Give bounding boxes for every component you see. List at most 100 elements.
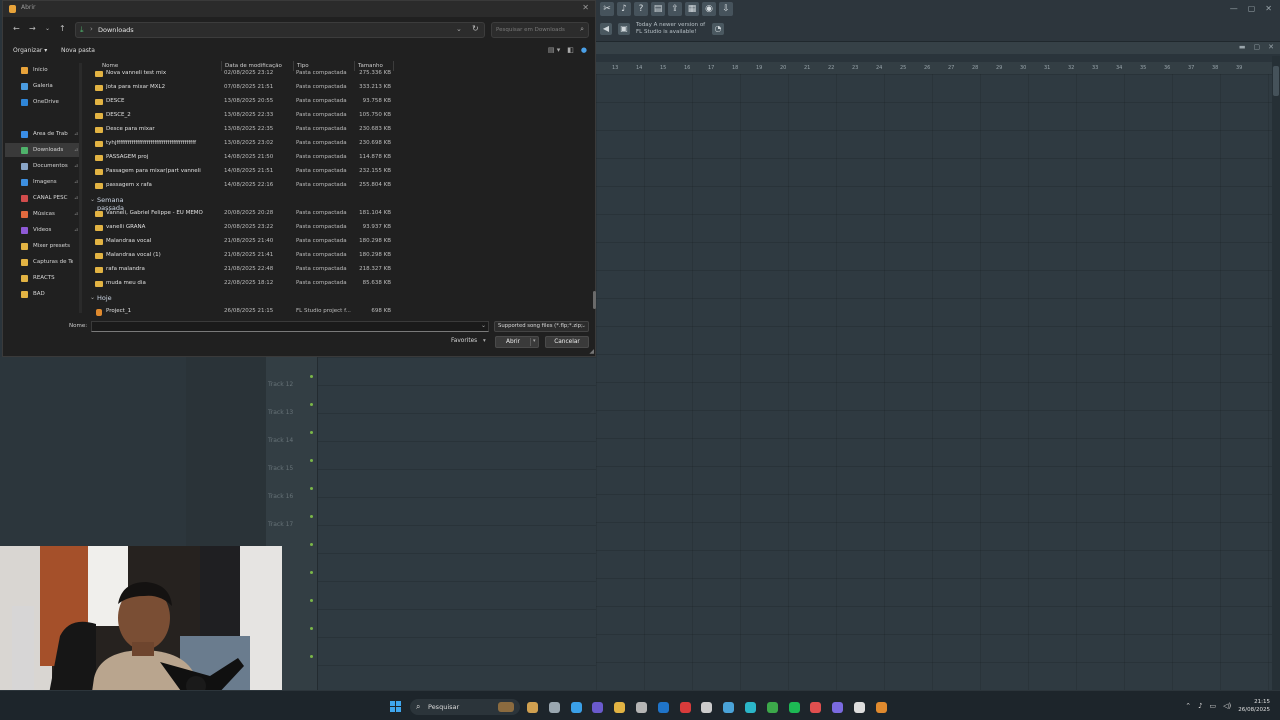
taskbar-app-icon[interactable] [679, 702, 691, 713]
new-folder-button[interactable]: Nova pasta [61, 47, 95, 54]
file-row[interactable]: PASSAGEM proj 14/08/2025 21:50 Pasta compa… [87, 151, 587, 165]
playlist-ruler[interactable]: 13 14 15 16 17 18 19 20 21 22 23 24 25 26 27 28 29 30 31 32… [596, 62, 1280, 74]
file-row[interactable]: DESCE_2 13/08/2025 22:33 Pasta compactada 1… [87, 109, 587, 123]
nav-item[interactable]: OneDrive [5, 95, 79, 109]
up-icon[interactable]: ↑ [59, 24, 66, 33]
mic-icon[interactable]: ♪ [617, 2, 631, 16]
chevron-down-icon[interactable]: ⌄ [90, 294, 95, 301]
track-label[interactable]: Track 14 [268, 437, 293, 444]
news-icon[interactable]: ◀ [600, 23, 612, 35]
refresh-icon[interactable]: ↻ [472, 24, 479, 33]
clock[interactable]: 21:15 26/08/2025 [1238, 698, 1270, 714]
file-row[interactable]: Nova vanneli test mix 02/08/2025 23:12 Pas… [87, 67, 587, 81]
open-options-icon[interactable]: ▾ [533, 338, 536, 344]
playlist-scrollbar[interactable] [1272, 56, 1280, 690]
taskbar-app-icon[interactable] [788, 702, 800, 713]
nav-item[interactable]: Músicas ⊿ [5, 207, 79, 221]
playlist-grid[interactable] [596, 74, 1272, 690]
taskbar-app-icon[interactable] [636, 702, 647, 713]
taskbar-app-icon[interactable] [766, 702, 778, 713]
file-list-scrollbar[interactable] [593, 291, 596, 309]
nav-item[interactable]: Área de Trab ⊿ [5, 127, 79, 141]
playlist-grid-lower[interactable] [318, 357, 596, 690]
track-label[interactable]: Track 15 [268, 465, 293, 472]
organize-button[interactable]: Organizar ▾ [13, 47, 47, 54]
filename-input[interactable] [91, 321, 489, 332]
taskbar-app-icon[interactable] [810, 702, 822, 713]
minimize-icon[interactable]: — [1230, 4, 1238, 13]
taskbar-app-icon[interactable] [745, 702, 756, 713]
file-row[interactable]: muda meu dia 22/08/2025 18:12 Pasta compac… [87, 277, 587, 291]
file-row[interactable]: DESCE 13/08/2025 20:55 Pasta compactada 93.… [87, 95, 587, 109]
render-icon[interactable]: ▦ [685, 2, 699, 16]
taskbar-app-icon[interactable] [527, 702, 538, 713]
download-icon[interactable]: ⇩ [719, 2, 733, 16]
taskbar-app-icon[interactable] [548, 702, 560, 713]
close-icon[interactable]: ✕ [1265, 4, 1272, 13]
update-icon[interactable]: ◔ [712, 23, 724, 35]
taskbar-app-icon[interactable] [657, 702, 669, 713]
chevron-down-icon[interactable]: ⌄ [456, 25, 462, 33]
favorites-button[interactable]: Favorites [451, 338, 477, 344]
file-row[interactable]: tyhjffffffffffffffffffffffffffffffffffff… [87, 137, 587, 151]
nav-item[interactable]: Imagens ⊿ [5, 175, 79, 189]
help-icon[interactable]: ● [581, 46, 587, 54]
file-type-select[interactable]: Supported song files (*.flp;*.zip; ⌄ [494, 321, 589, 332]
scroll-thumb[interactable] [1273, 66, 1279, 96]
preview-pane-icon[interactable]: ◧ [567, 46, 574, 54]
nav-item[interactable]: Mixer presets [5, 239, 79, 253]
nav-item[interactable]: BAD [5, 287, 79, 301]
forward-icon[interactable]: → [29, 24, 36, 33]
search-icon[interactable]: ⌕ [580, 25, 584, 34]
track-label[interactable]: Track 16 [268, 493, 293, 500]
file-row[interactable]: rafa malandra 21/08/2025 22:48 Pasta compa… [87, 263, 587, 277]
track-label[interactable]: Track 13 [268, 409, 293, 416]
taskbar-app-icon[interactable] [570, 702, 582, 713]
chevron-down-icon[interactable]: ▾ [483, 338, 486, 344]
chevron-down-icon[interactable]: ⌄ [90, 196, 95, 203]
taskbar-app-icon[interactable] [614, 702, 626, 713]
file-row[interactable]: Passagem para mixar(part vanneli 14/08/20… [87, 165, 587, 179]
track-label[interactable]: Track 12 [268, 381, 293, 388]
taskbar-app-icon[interactable] [832, 702, 844, 713]
store-icon[interactable]: ▣ [618, 23, 630, 35]
chevron-down-icon[interactable]: ⌄ [45, 25, 50, 32]
nav-scrollbar[interactable] [79, 63, 82, 313]
file-row[interactable]: passagem x rafa 14/08/2025 22:16 Pasta com… [87, 179, 587, 193]
taskbar-app-icon[interactable] [875, 702, 887, 713]
mic-icon[interactable]: ♪ [1198, 702, 1202, 710]
taskbar-app-icon[interactable] [723, 702, 735, 713]
nav-item[interactable]: Vídeos ⊿ [5, 223, 79, 237]
taskbar-search[interactable]: ⌕ Pesquisar [410, 699, 520, 715]
nav-item[interactable]: CANAL PESC ⊿ [5, 191, 79, 205]
back-icon[interactable]: ← [13, 24, 20, 33]
file-row[interactable]: Malandraa vocal (1) 21/08/2025 21:41 Pasta… [87, 249, 587, 263]
file-row[interactable]: Desce para mixar 13/08/2025 22:35 Pasta co… [87, 123, 587, 137]
nav-item[interactable]: Galeria [5, 79, 79, 93]
close-icon[interactable]: ✕ [1268, 43, 1274, 51]
nav-item[interactable]: Documentos ⊿ [5, 159, 79, 173]
chat-icon[interactable]: ◉ [702, 2, 716, 16]
taskbar-app-icon[interactable] [701, 702, 713, 713]
resize-grip-icon[interactable]: ◢ [589, 348, 594, 355]
minimize-icon[interactable]: ▬ [1239, 43, 1246, 51]
address-bar[interactable]: ⤓ › Downloads ⌄ ↻ [75, 22, 485, 38]
breadcrumb[interactable]: Downloads [98, 26, 134, 34]
nav-item[interactable]: Capturas de Tel [5, 255, 79, 269]
taskbar-app-icon[interactable] [854, 702, 865, 713]
chevron-up-icon[interactable]: ⌃ [1185, 702, 1191, 710]
search-box[interactable]: ⌕ [491, 22, 589, 38]
cancel-button[interactable]: Cancelar [545, 336, 589, 348]
file-row[interactable]: Project_1 26/08/2025 21:15 FL Studio proje… [87, 305, 587, 317]
file-row[interactable]: Jota para mixar MXL2 07/08/2025 21:51 Past… [87, 81, 587, 95]
file-row[interactable]: vanelli GRANA 20/08/2025 23:22 Pasta compa… [87, 221, 587, 235]
close-button[interactable]: ✕ [582, 3, 589, 12]
file-row[interactable]: Malandraa vocal 21/08/2025 21:40 Pasta com… [87, 235, 587, 249]
chevron-down-icon[interactable]: ⌄ [481, 322, 486, 329]
save-icon[interactable]: ▤ [651, 2, 665, 16]
help-icon[interactable]: ? [634, 2, 648, 16]
volume-icon[interactable]: ◁) [1223, 702, 1231, 710]
nav-item[interactable]: Downloads ⊿ [5, 143, 79, 157]
nav-item[interactable]: REACTS [5, 271, 79, 285]
network-icon[interactable]: ▭ [1210, 702, 1217, 710]
